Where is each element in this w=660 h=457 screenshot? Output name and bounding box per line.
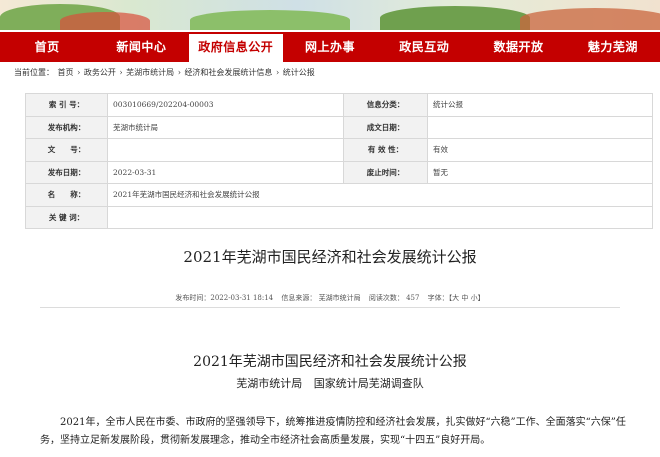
breadcrumb-link-bulletin[interactable]: 统计公报 — [283, 68, 315, 77]
pub-date-value: 2022-03-31 — [107, 160, 344, 184]
index-label: 索 引 号： — [25, 93, 108, 117]
nav-item-gov-info[interactable]: 政府信息公开 — [188, 32, 283, 62]
main-nav: 首页 新闻中心 政府信息公开 网上办事 政民互动 数据开放 魅力芜湖 — [0, 32, 660, 62]
breadcrumb-prefix: 当前位置： — [14, 68, 54, 77]
validity-label: 有 效 性： — [343, 138, 428, 162]
doc-date-label: 成文日期： — [343, 115, 428, 139]
banner-scenery — [380, 6, 530, 30]
nav-item-news[interactable]: 新闻中心 — [94, 32, 188, 62]
info-row: 名 称： 2021年芜湖市国民经济和社会发展统计公报 — [25, 183, 653, 207]
index-value: 003010669/202204-00003 — [107, 93, 344, 117]
info-row: 文 号： 有 效 性： 有效 — [25, 138, 653, 162]
name-label: 名 称： — [25, 183, 108, 207]
document-info-table: 索 引 号： 003010669/202204-00003 信息分类： 统计公报… — [25, 93, 653, 229]
info-row: 发布机构： 芜湖市统计局 成文日期： — [25, 115, 653, 139]
view-count: 阅读次数： 457 — [368, 294, 420, 302]
publish-time: 发布时间：2022-03-31 18:14 — [175, 294, 274, 302]
info-row: 发布日期： 2022-03-31 废止时间： 暂无 — [25, 160, 653, 184]
nav-item-open-data[interactable]: 数据开放 — [471, 32, 565, 62]
author-bureau: 芜湖市统计局 — [236, 377, 303, 390]
expire-label: 废止时间： — [343, 160, 428, 184]
author-survey-team: 国家统计局芜湖调查队 — [313, 377, 424, 390]
article-meta: 发布时间：2022-03-31 18:14 信息来源： 芜湖市统计局 阅读次数：… — [0, 293, 660, 303]
nav-item-home[interactable]: 首页 — [0, 32, 94, 62]
doc-no-label: 文 号： — [25, 138, 108, 162]
breadcrumb-separator: › — [275, 68, 282, 77]
info-row: 关 键 词： — [25, 205, 653, 229]
header-banner — [0, 0, 660, 30]
article-title: 2021年芜湖市国民经济和社会发展统计公报 — [183, 248, 477, 266]
banner-scenery — [520, 8, 660, 30]
nav-item-charm-wuhu[interactable]: 魅力芜湖 — [566, 32, 660, 62]
content-heading: 2021年芜湖市国民经济和社会发展统计公报 — [193, 354, 467, 370]
breadcrumb: 当前位置： 首页 › 政务公开 › 芜湖市统计局 › 经济和社会发展统计信息 ›… — [14, 67, 316, 78]
breadcrumb-separator: › — [119, 68, 126, 77]
doc-date-value — [427, 115, 653, 139]
nav-item-interaction[interactable]: 政民互动 — [377, 32, 471, 62]
info-row: 索 引 号： 003010669/202204-00003 信息分类： 统计公报 — [25, 93, 653, 117]
category-value: 统计公报 — [427, 93, 653, 117]
content-paragraph: 2021年，全市人民在市委、市政府的坚强领导下，统筹推进疫情防控和经济社会发展，… — [40, 417, 626, 446]
content-authors: 芜湖市统计局 国家统计局芜湖调查队 — [0, 375, 660, 391]
validity-value: 有效 — [427, 138, 653, 162]
breadcrumb-link-home[interactable]: 首页 — [58, 68, 74, 77]
publisher-label: 发布机构： — [25, 115, 108, 139]
divider — [40, 307, 620, 308]
publisher-value: 芜湖市统计局 — [107, 115, 344, 139]
breadcrumb-link-gov[interactable]: 政务公开 — [84, 68, 116, 77]
nav-item-online-services[interactable]: 网上办事 — [283, 32, 377, 62]
breadcrumb-link-bureau[interactable]: 芜湖市统计局 — [126, 68, 174, 77]
pub-date-label: 发布日期： — [25, 160, 108, 184]
breadcrumb-separator: › — [77, 68, 83, 77]
category-label: 信息分类： — [343, 93, 428, 117]
keywords-label: 关 键 词： — [25, 205, 108, 229]
expire-value: 暂无 — [427, 160, 653, 184]
font-size-switcher[interactable]: 字体：【大 中 小】 — [428, 294, 485, 302]
breadcrumb-separator: › — [177, 68, 184, 77]
banner-scenery — [60, 12, 150, 30]
banner-scenery — [190, 10, 350, 30]
doc-no-value — [107, 138, 344, 162]
breadcrumb-link-stats-info[interactable]: 经济和社会发展统计信息 — [184, 68, 272, 77]
keywords-value — [107, 205, 653, 229]
name-value: 2021年芜湖市国民经济和社会发展统计公报 — [107, 183, 653, 207]
info-source: 信息来源： 芜湖市统计局 — [281, 294, 361, 302]
